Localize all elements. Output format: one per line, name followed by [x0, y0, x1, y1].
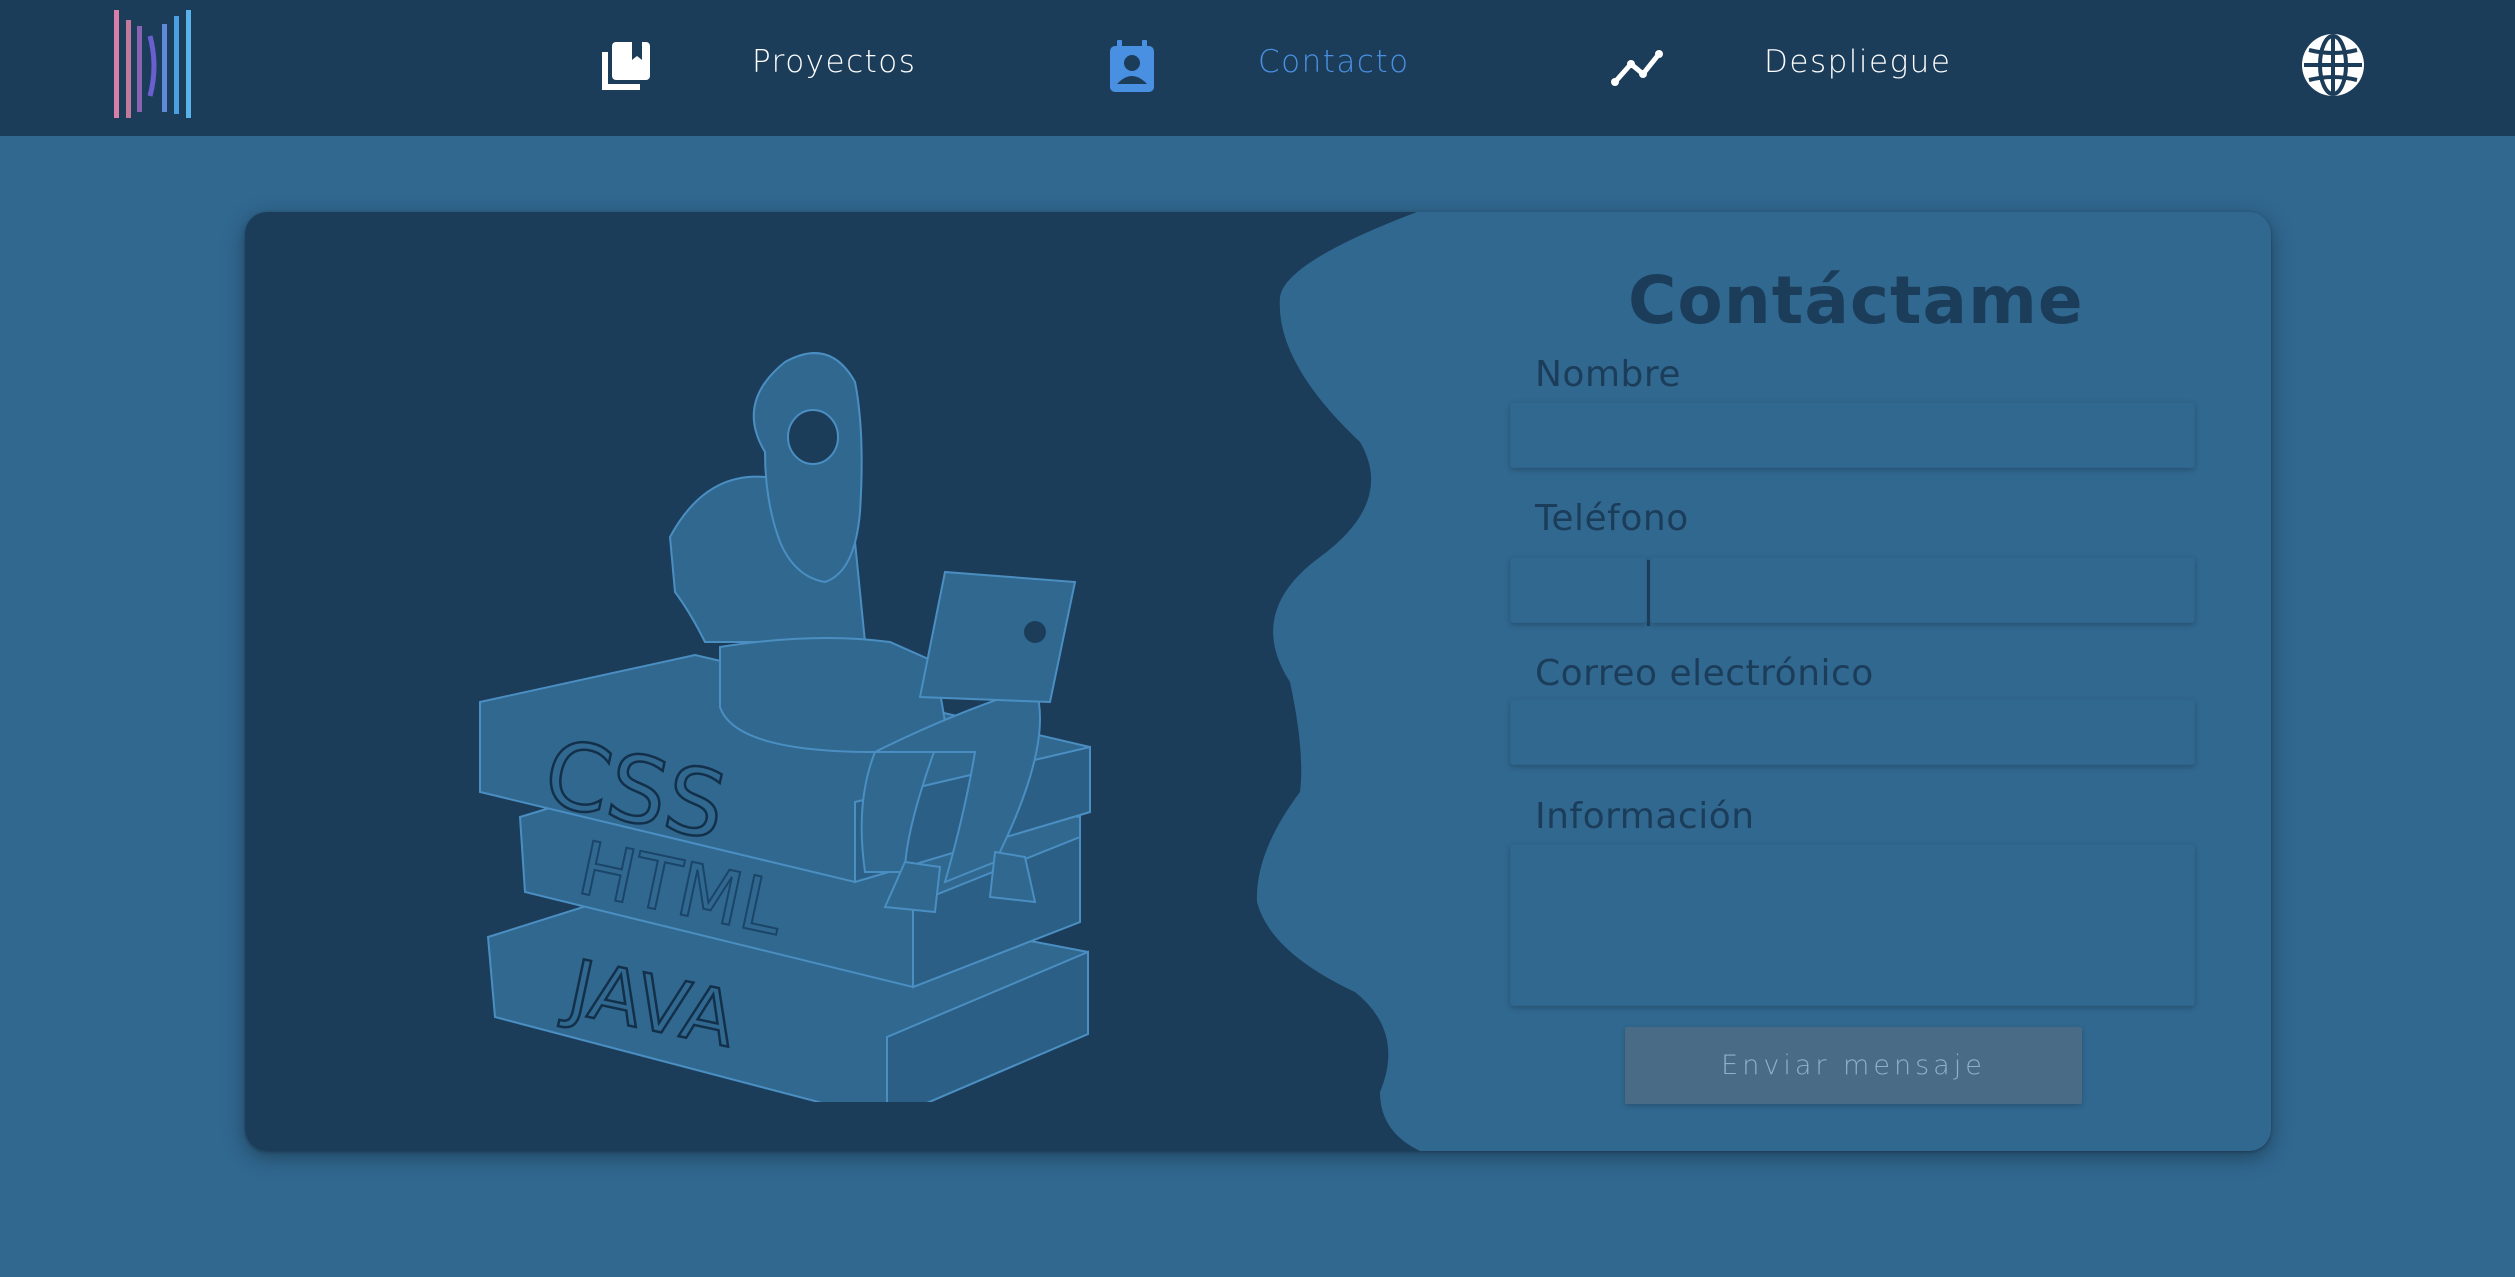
- email-input[interactable]: [1510, 699, 2195, 765]
- trend-line-icon: [1611, 50, 1663, 86]
- label-nombre: Nombre: [1535, 354, 1682, 395]
- globe-icon[interactable]: [2298, 30, 2368, 100]
- nav-label-contacto[interactable]: Contacto: [1258, 44, 1410, 80]
- phone-divider: [1647, 560, 1650, 626]
- label-informacion: Información: [1535, 796, 1755, 837]
- developer-on-books-illustration: CSS HTML JAVA: [479, 352, 1091, 1102]
- nav-label-proyectos[interactable]: Proyectos: [752, 44, 916, 80]
- top-navbar: Proyectos Contacto Despliegue: [0, 0, 2515, 136]
- phone-input[interactable]: [1650, 557, 2195, 623]
- phone-country-code[interactable]: [1510, 557, 1647, 623]
- label-correo: Correo electrónico: [1535, 653, 1874, 694]
- book-stack-icon: [602, 42, 650, 90]
- send-message-button[interactable]: Enviar mensaje: [1625, 1027, 2082, 1104]
- nav-label-despliegue[interactable]: Despliegue: [1764, 44, 1951, 80]
- message-textarea[interactable]: [1510, 844, 2195, 1006]
- name-input[interactable]: [1510, 402, 2195, 468]
- contact-card-icon: [1110, 40, 1154, 92]
- form-title: Contáctame: [1628, 262, 2084, 339]
- site-logo[interactable]: [110, 6, 200, 122]
- contact-card: CSS HTML JAVA Contáctame Nombre Teléfono…: [245, 212, 2271, 1151]
- label-telefono: Teléfono: [1535, 498, 1689, 539]
